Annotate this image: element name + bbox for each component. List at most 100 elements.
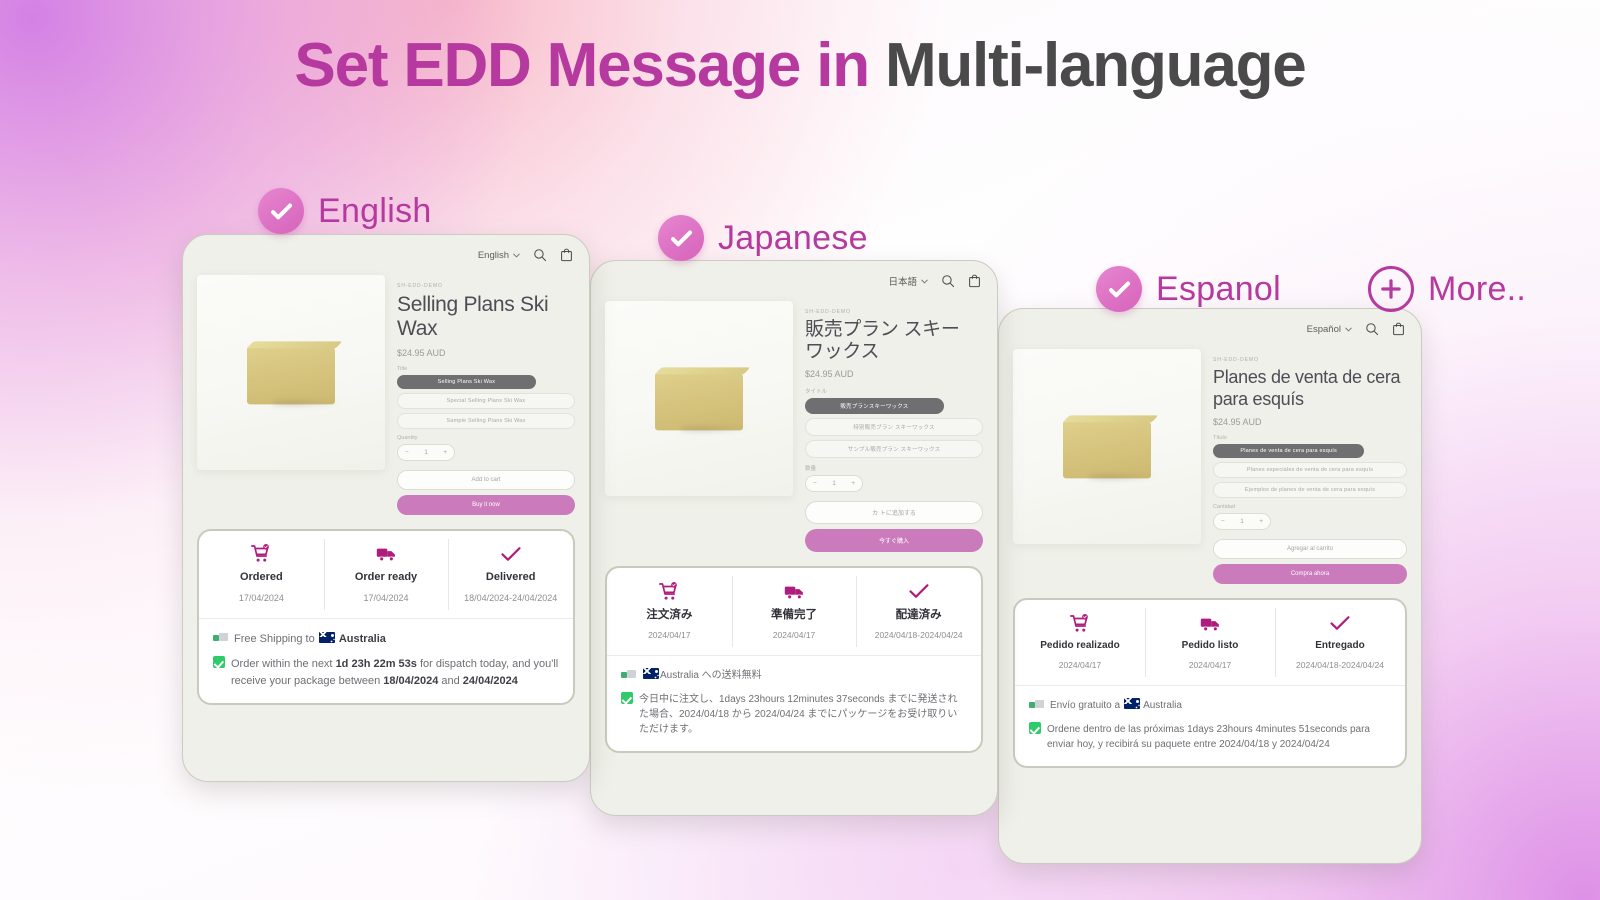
- quantity-increment[interactable]: +: [1259, 518, 1263, 525]
- quantity-decrement[interactable]: −: [405, 449, 409, 456]
- shopping-bag-icon[interactable]: [560, 248, 573, 262]
- check-icon: [452, 543, 569, 565]
- language-selector-label: English: [477, 249, 509, 261]
- quantity-label: 数量: [805, 466, 817, 473]
- variant-option[interactable]: 特別販売プラン スキーワックス: [805, 418, 983, 437]
- product-section: SH-EDD-DEMO Selling Plans Ski Wax $24.95…: [183, 269, 589, 515]
- buy-now-button[interactable]: Buy it now: [397, 494, 575, 515]
- quantity-value: 1: [424, 448, 428, 456]
- language-label-english: English: [258, 188, 432, 234]
- buy-now-button[interactable]: 今すぐ購入: [805, 529, 983, 553]
- language-label-more[interactable]: More..: [1368, 266, 1526, 312]
- product-image[interactable]: [605, 301, 793, 496]
- plus-circle-icon: [1368, 266, 1414, 312]
- edd-widget: 注文済み 2024/04/17 準備完了 2024/04/17 配達済み 202…: [605, 566, 983, 754]
- timeline-step-delivered: Delivered 18/04/2024-24/04/2024: [448, 531, 573, 618]
- language-selector-espanol[interactable]: Español: [1307, 324, 1352, 335]
- product-details: SH-EDD-DEMO Planes de venta de cera para…: [1213, 349, 1407, 585]
- variant-option[interactable]: Ejemplos de planes de venta de cera para…: [1213, 482, 1407, 499]
- quantity-stepper[interactable]: − 1 +: [805, 475, 863, 493]
- language-label-text: More..: [1428, 269, 1527, 308]
- chevron-down-icon: [1345, 327, 1352, 332]
- wax-bar-graphic: [1063, 419, 1151, 478]
- delivery-truck-emoji-icon: [1029, 698, 1044, 709]
- edd-message-block: Free Shipping to Australia Order within …: [199, 617, 573, 703]
- cart-icon: [203, 543, 320, 565]
- product-image[interactable]: [197, 275, 385, 470]
- language-label-japanese: Japanese: [658, 215, 868, 261]
- timeline-step-name: 注文済み: [646, 609, 693, 622]
- variant-option[interactable]: サンプル販売プラン スキーワックス: [805, 440, 983, 459]
- product-price: $24.95 AUD: [805, 369, 854, 380]
- edd-widget: Ordered 17/04/2024 Order ready 17/04/202…: [197, 528, 575, 706]
- timeline-step-date: 17/04/2024: [238, 592, 284, 603]
- australia-flag-icon: [643, 668, 659, 680]
- variant-option[interactable]: Sample Selling Plans Ski Wax: [397, 412, 575, 429]
- timeline-step-date: 2024/04/18-2024/04/24: [874, 629, 963, 640]
- chevron-down-icon: [921, 279, 928, 284]
- edd-countdown-message: Ordene dentro de las próximas 1days 23ho…: [1029, 722, 1391, 752]
- quantity-section: Cantidad − 1 +: [1213, 504, 1407, 531]
- product-details: SH-EDD-DEMO Selling Plans Ski Wax $24.95…: [397, 275, 575, 515]
- search-icon[interactable]: [941, 274, 955, 288]
- truck-icon: [736, 580, 853, 602]
- quantity-decrement[interactable]: −: [813, 480, 817, 487]
- product-section: SH-EDD-DEMO Planes de venta de cera para…: [999, 343, 1421, 585]
- timeline-step-date: 17/04/2024: [363, 592, 409, 603]
- green-check-emoji-icon: [213, 656, 225, 669]
- quantity-label: Quantity: [397, 434, 418, 441]
- variant-option-selected[interactable]: 販売プランスキーワックス: [805, 398, 944, 415]
- product-details: SH-EDD-DEMO 販売プラン スキー ワックス $24.95 AUD タイ…: [805, 301, 983, 553]
- timeline-step-delivered: Entregado 2024/04/18-2024/04/24: [1275, 600, 1405, 685]
- page-title-accent: Set EDD Message in: [294, 31, 885, 100]
- green-check-emoji-icon: [1029, 722, 1041, 735]
- variant-option[interactable]: Planes especiales de venta de cera para …: [1213, 462, 1407, 479]
- variant-option[interactable]: Special Selling Plans Ski Wax: [397, 392, 575, 409]
- page-title-plain: Multi-language: [884, 31, 1307, 100]
- order-timeline: Pedido realizado 2024/04/17 Pedido listo…: [1015, 600, 1405, 685]
- quantity-stepper[interactable]: − 1 +: [397, 443, 455, 461]
- variant-option-selected[interactable]: Planes de venta de cera para esquís: [1213, 444, 1365, 459]
- delivery-truck-emoji-icon: [213, 631, 228, 642]
- quantity-label: Cantidad: [1213, 504, 1236, 511]
- timeline-step-date: 18/04/2024-24/04/2024: [464, 592, 558, 603]
- free-shipping-line: Australia への送料無料: [621, 668, 967, 683]
- quantity-stepper[interactable]: − 1 +: [1213, 513, 1271, 531]
- add-to-cart-button[interactable]: Add to cart: [397, 469, 575, 490]
- quantity-increment[interactable]: +: [443, 449, 447, 456]
- storefront-header: 日本語: [591, 261, 997, 295]
- language-selector-japanese[interactable]: 日本語: [888, 274, 928, 288]
- language-label-text: English: [318, 191, 432, 230]
- truck-icon: [328, 543, 445, 565]
- check-icon: [860, 580, 977, 602]
- shopping-bag-icon[interactable]: [968, 274, 981, 288]
- quantity-value: 1: [832, 480, 836, 488]
- option-label: Título: [1213, 435, 1227, 442]
- free-shipping-line: Envío gratuito a Australia: [1029, 698, 1391, 713]
- quantity-increment[interactable]: +: [851, 480, 855, 487]
- free-shipping-text: Envío gratuito a Australia: [1050, 698, 1182, 712]
- language-selector-label: Español: [1306, 323, 1341, 335]
- quantity-section: Quantity − 1 +: [397, 435, 575, 461]
- product-image[interactable]: [1013, 349, 1201, 544]
- check-circle-icon: [258, 188, 304, 234]
- quantity-decrement[interactable]: −: [1221, 518, 1225, 525]
- timeline-step-date: 2024/04/17: [648, 629, 691, 640]
- edd-countdown-text: 今日中に注文し、1days 23hours 12minutes 37second…: [639, 694, 958, 736]
- page-title: Set EDD Message in Multi-language: [0, 30, 1600, 101]
- buy-now-button[interactable]: Compra ahora: [1213, 564, 1407, 585]
- product-section: SH-EDD-DEMO 販売プラン スキー ワックス $24.95 AUD タイ…: [591, 295, 997, 553]
- order-timeline: 注文済み 2024/04/17 準備完了 2024/04/17 配達済み 202…: [607, 568, 981, 655]
- storefront-header: Español: [999, 309, 1421, 343]
- add-to-cart-button[interactable]: カ トに追加する: [805, 501, 983, 525]
- add-to-cart-button[interactable]: Agregar al carrito: [1213, 539, 1407, 560]
- search-icon[interactable]: [533, 248, 547, 262]
- search-icon[interactable]: [1365, 322, 1379, 336]
- language-selector-english[interactable]: English: [478, 250, 520, 261]
- variant-option-selected[interactable]: Selling Plans Ski Wax: [397, 374, 536, 389]
- product-title: 販売プラン スキー ワックス: [805, 319, 960, 362]
- timeline-step-delivered: 配達済み 2024/04/18-2024/04/24: [856, 568, 981, 655]
- quantity-value: 1: [1240, 518, 1244, 526]
- shopping-bag-icon[interactable]: [1392, 322, 1405, 336]
- product-price: $24.95 AUD: [397, 347, 446, 358]
